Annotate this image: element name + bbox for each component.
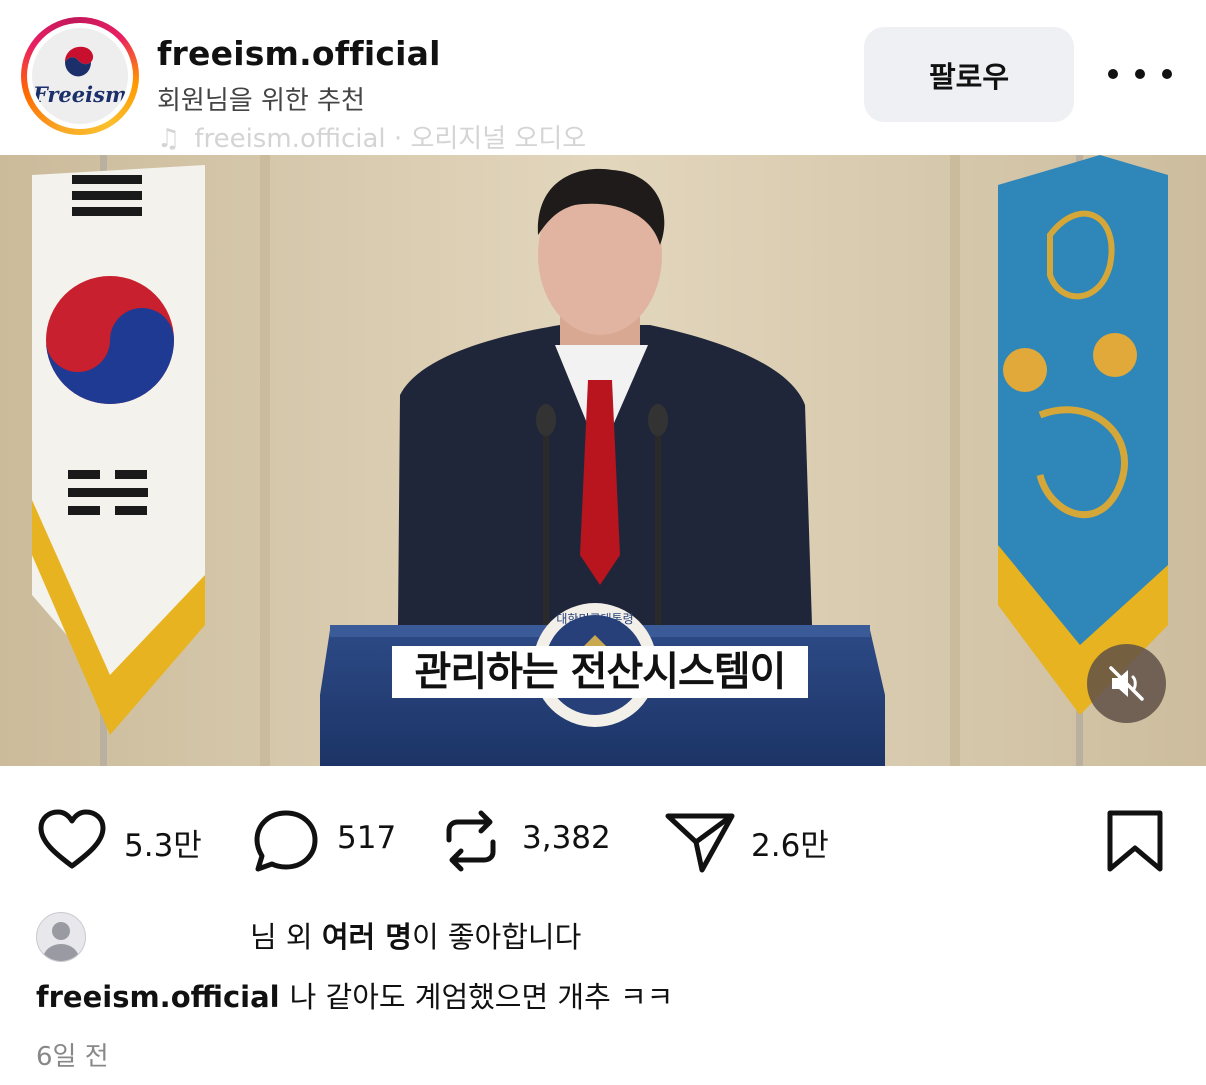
liked-by-name-fragment: 님 (250, 920, 277, 954)
more-options-button[interactable] (1108, 58, 1172, 90)
music-note-icon: ♫ (157, 124, 181, 154)
video-player[interactable]: 대한민국대통령 관리하는 전산시스템이 (0, 155, 1206, 766)
bookmark-icon[interactable] (1105, 808, 1165, 874)
post-header: Freeism freeism.official 회원님을 위한 추천 ♫ fre… (0, 0, 1206, 155)
likes-count[interactable]: 5.3만 (124, 820, 202, 865)
freeism-logo: Freeism (32, 28, 128, 124)
caption-username[interactable]: freeism.official (36, 980, 280, 1014)
reposts-count[interactable]: 3,382 (522, 820, 611, 856)
heart-icon[interactable] (36, 808, 108, 872)
profile-avatar[interactable]: Freeism (21, 17, 139, 135)
default-avatar-head (52, 922, 70, 940)
caption-text: 나 같아도 계엄했으면 개추 ㅋㅋ (289, 980, 674, 1014)
logo-wordmark: Freeism (32, 82, 128, 107)
liker-avatar[interactable] (36, 912, 86, 962)
more-dot-icon (1162, 69, 1172, 79)
liked-by-middle: 외 (276, 920, 322, 954)
audio-label: ♫ freeism.official · 오리지널 오디오 (157, 118, 586, 155)
default-avatar-body (43, 944, 79, 961)
video-subtitle: 관리하는 전산시스템이 (392, 646, 808, 698)
liked-by-others[interactable]: 여러 명 (322, 920, 412, 954)
avatar-ring-inner: Freeism (27, 23, 133, 129)
mute-toggle-button[interactable] (1087, 644, 1166, 723)
recommendation-label: 회원님을 위한 추천 (157, 86, 365, 116)
post-timestamp: 6일 전 (36, 1042, 109, 1072)
share-icon[interactable] (664, 808, 736, 874)
podium-seal-text: 대한민국대통령 (556, 612, 633, 626)
comment-icon[interactable] (252, 808, 320, 874)
liked-by-line[interactable]: 님 외 여러 명이 좋아합니다 (100, 914, 581, 956)
post-caption: freeism.official 나 같아도 계엄했으면 개추 ㅋㅋ (36, 974, 673, 1016)
more-dot-icon (1135, 69, 1145, 79)
more-dot-icon (1108, 69, 1118, 79)
audio-label-text: freeism.official · 오리지널 오디오 (194, 124, 587, 154)
post-action-bar: 5.3만 517 3,382 2.6만 (0, 800, 1206, 880)
liked-by-suffix: 이 좋아합니다 (411, 920, 582, 954)
taegeuk-logo-icon (65, 46, 94, 77)
comments-count[interactable]: 517 (337, 820, 396, 856)
shares-count[interactable]: 2.6만 (751, 820, 829, 865)
post-username[interactable]: freeism.official (157, 34, 441, 73)
follow-button[interactable]: 팔로우 (864, 27, 1074, 122)
muted-speaker-icon (1109, 666, 1144, 701)
repost-icon[interactable] (443, 808, 499, 874)
